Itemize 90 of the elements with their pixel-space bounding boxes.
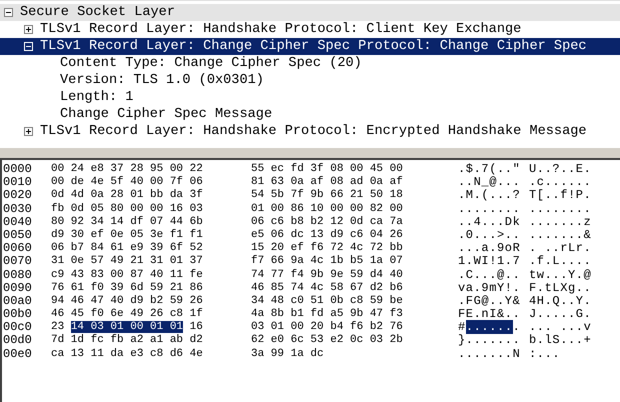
ascii-text: T[..f!P. [529,188,592,202]
ascii-text: }....... [458,333,520,348]
hex-bytes: 00 de 4e 5f 40 00 7f 06 [51,176,203,188]
ascii-text: va.9mY!. [458,280,520,295]
ascii-text: .FG@..Y& [458,294,520,308]
tree-item[interactable]: Change Cipher Spec Message [0,106,620,123]
ascii-text: 4H.Q..Y. [529,294,592,308]
minus-icon[interactable] [4,8,13,17]
tree-item[interactable]: Content Type: Change Cipher Spec (20) [0,55,620,72]
ascii-text: F.tLXg.. [529,280,592,295]
offset-label: 0050 [3,228,33,242]
offset-label: 0030 [3,202,33,216]
offset-label: 00c0 [3,321,33,334]
hex-bytes: 80 92 34 14 df 07 44 6b [51,216,203,228]
ascii-text: ..N_@... [458,175,520,190]
tree-item[interactable]: Version: TLS 1.0 (0x0301) [0,72,620,89]
ascii-text: ........ [529,202,592,216]
ascii-text: # [458,320,466,334]
hex-bytes: 15 20 ef f6 72 4c 72 bb [251,242,403,254]
tree-item[interactable]: TLSv1 Record Layer: Handshake Protocol: Client Key Exchange [0,21,620,38]
offset-label: 00b0 [3,308,33,322]
hex-bytes: 46 45 f0 6e 49 26 c8 1f [51,308,203,320]
hex-bytes: 03 01 00 20 b4 f6 b2 76 [251,321,403,334]
plus-icon[interactable] [24,127,33,136]
selected-bytes: 14 03 01 00 01 01 [70,321,184,334]
ascii-text: .$.7(.." [458,162,520,176]
ascii-text: .f.L.... [529,254,592,268]
hex-bytes: 62 e0 6c 53 e2 0c 03 2b [251,334,403,346]
ascii-text: .......& [529,228,592,242]
ascii-text: .C...@.. [458,268,520,282]
hex-bytes: 01 00 86 10 00 00 82 00 [251,202,403,215]
hex-bytes: e5 06 dc 13 d9 c6 04 26 [251,228,403,241]
hex-bytes: 54 5b 7f 9b 66 21 50 18 [251,189,403,202]
offset-label: 0040 [3,216,33,229]
ascii-text: .......z [529,214,592,229]
hex-bytes: 23 [51,321,64,334]
hex-bytes: 34 48 c0 51 0b c8 59 be [251,294,403,307]
ascii-text: .M.(...? [458,188,520,202]
tree-item[interactable]: Secure Socket Layer [0,4,620,21]
hex-bytes: fb 0d 05 80 00 00 16 03 [51,202,203,215]
ascii-text: . ..rLr. [529,241,592,256]
ascii-text: U..?..E. [529,162,592,176]
hex-bytes: 94 46 47 40 d9 b2 59 26 [51,294,203,307]
ascii-text: ..4...Dk [458,214,520,229]
hex-bytes: 76 61 f0 39 6d 59 21 86 [51,282,203,294]
ascii-text: ... ...v [529,320,592,334]
offset-label: 0060 [3,242,33,256]
hex-bytes: 06 c6 b8 b2 12 0d ca 7a [251,216,403,228]
ascii-text: b.lS...+ [529,333,592,348]
hex-bytes: 46 85 74 4c 58 67 d2 b6 [251,282,403,294]
ascii-text: ...a.9oR [458,241,520,256]
hex-bytes: ca 13 11 da e3 c8 d6 4e [51,348,203,360]
offset-label: 0090 [3,282,33,295]
hex-bytes: 74 77 f4 9b 9e 59 d4 40 [251,268,403,280]
offset-label: 0070 [3,255,33,269]
hex-bytes: 3a 99 1a dc [251,348,324,360]
ascii-text: tw...Y.@ [529,268,592,282]
tree-item[interactable]: TLSv1 Record Layer: Change Cipher Spec Protocol: Change Cipher Spec [0,38,620,55]
hex-bytes: c9 43 83 00 87 40 11 fe [51,268,203,280]
hex-bytes: 16 [190,321,203,334]
ascii-text: ........ [458,202,520,216]
hex-bytes: 06 b7 84 61 e9 39 6f 52 [51,242,203,254]
hex-bytes: f7 66 9a 4c 1b b5 1a 07 [251,255,403,268]
plus-icon[interactable] [24,25,33,34]
ascii-text: .c...... [529,175,592,190]
ascii-text: . [512,320,520,334]
hex-bytes: 00 24 e8 37 28 95 00 22 [51,163,203,175]
hex-bytes: 0d 4d 0a 28 01 bb da 3f [51,189,203,202]
offset-label: 0020 [3,189,33,203]
offset-label: 00a0 [3,294,33,308]
hex-bytes: 81 63 0a af 08 ad 0a af [251,176,403,188]
ascii-text: J.....G. [529,307,592,322]
hex-bytes: 7d 1d fc fb a2 a1 ab d2 [51,334,203,346]
ascii-text: .......N [458,346,520,361]
ascii-text: :... [529,346,560,361]
hex-bytes: d9 30 ef 0e 05 3e f1 f1 [51,228,203,241]
tree-item[interactable]: Length: 1 [0,89,620,106]
hex-bytes: 4a 8b b1 fd a5 9b 47 f3 [251,308,403,320]
offset-label: 00d0 [3,334,33,348]
selected-text: ...... [466,320,513,334]
tree-item[interactable]: TLSv1 Record Layer: Handshake Protocol: Encrypted Handshake Message [0,123,620,140]
offset-label: 0000 [3,163,33,176]
offset-label: 0080 [3,268,33,282]
hex-bytes: 55 ec fd 3f 08 00 45 00 [251,163,403,175]
offset-label: 00e0 [3,348,33,361]
ascii-text: 1.WI!1.7 [458,254,520,268]
ascii-text: FE.nI&.. [458,307,520,322]
hex-bytes: 31 0e 57 49 21 31 01 37 [51,255,203,268]
offset-label: 0010 [3,176,33,190]
ascii-text: .0...>.. [458,228,520,242]
